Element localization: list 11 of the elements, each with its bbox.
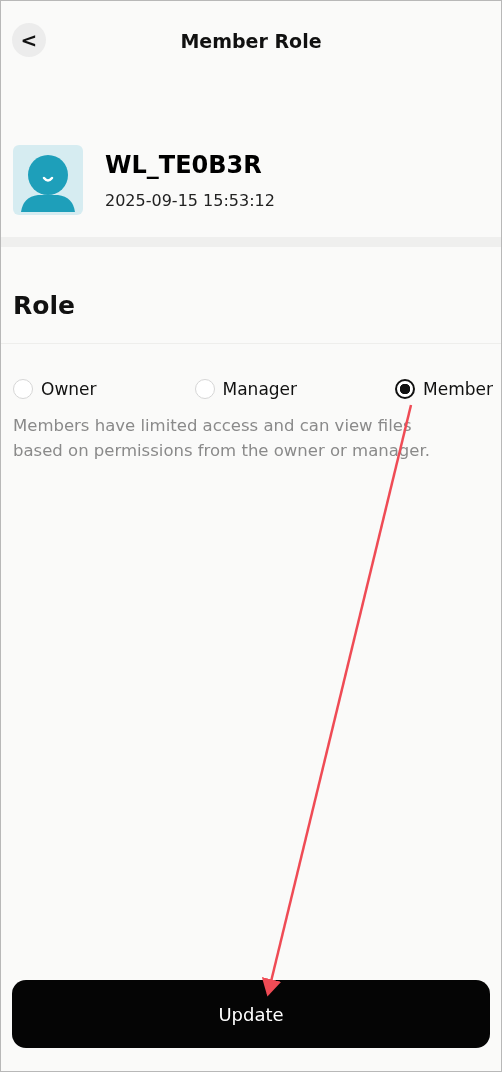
join-date: 2025-09-15 15:53:12 (105, 190, 275, 212)
radio-button[interactable] (395, 379, 416, 400)
back-button[interactable]: < (12, 23, 46, 57)
user-name: WL_TE0B3R (105, 150, 263, 181)
update-button[interactable]: Update (12, 980, 490, 1048)
page-title: Member Role (180, 28, 322, 54)
role-option[interactable]: Owner (13, 376, 97, 402)
section-heading: Role (1, 247, 501, 344)
role-option[interactable]: Manager (194, 376, 298, 402)
avatar-icon (13, 145, 83, 215)
role-option[interactable]: Member (395, 376, 493, 402)
